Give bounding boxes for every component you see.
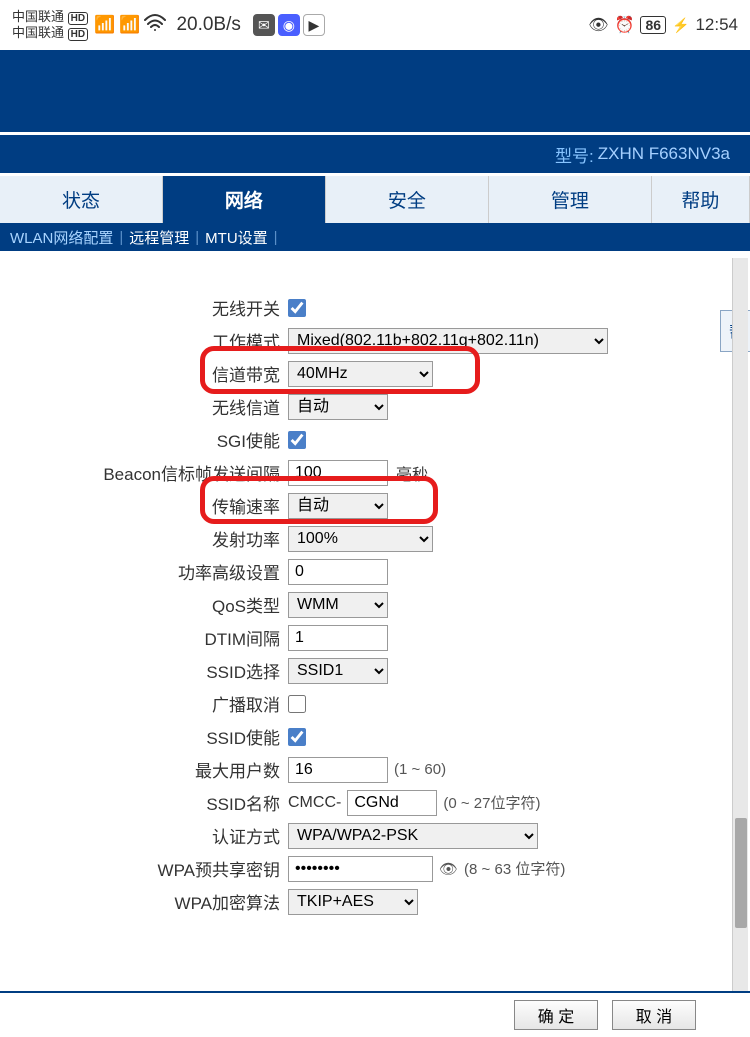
label-txrate: 传输速率 — [0, 493, 288, 518]
subnav-remote[interactable]: 远程管理 — [123, 227, 195, 248]
toggle-password-icon[interactable]: 👁 — [439, 860, 458, 878]
subnav-wlan[interactable]: WLAN网络配置 — [4, 227, 119, 248]
select-qos[interactable]: WMM — [288, 592, 388, 618]
select-txrate[interactable]: 自动 — [288, 493, 388, 519]
label-broadcast: 广播取消 — [0, 691, 288, 716]
hd-badge-2: HD — [68, 28, 88, 41]
input-ssid-name[interactable] — [347, 790, 437, 816]
unit-beacon: 毫秒 — [396, 461, 428, 485]
checkbox-broadcast[interactable] — [288, 695, 306, 713]
sub-nav: WLAN网络配置 | 远程管理 | MTU设置 | — [0, 223, 750, 251]
model-label: 型号: — [555, 142, 594, 167]
charging-icon: ⚡ — [672, 17, 689, 34]
model-value: ZXHN F663NV3a — [598, 144, 730, 164]
select-work-mode[interactable]: Mixed(802.11b+802.11g+802.11n) — [288, 328, 608, 354]
scrollbar-thumb[interactable] — [735, 818, 747, 928]
label-qos: QoS类型 — [0, 592, 288, 617]
signal-icon-2: 📶 — [119, 15, 140, 35]
footer-actions: 确 定 取 消 — [0, 991, 750, 1037]
label-sgi: SGI使能 — [0, 427, 288, 452]
select-wpa-algo[interactable]: TKIP+AES — [288, 889, 418, 915]
battery-indicator: 86 — [640, 16, 666, 34]
android-status-bar: 中国联通 HD 中国联通 HD 📶 📶 20.0B/s ✉ ◉ ▶ 👁 ⏰ 86… — [0, 0, 750, 50]
main-nav: 状态 网络 安全 管理 帮助 — [0, 173, 750, 223]
vertical-scrollbar[interactable] — [732, 258, 748, 991]
ok-button[interactable]: 确 定 — [514, 1000, 598, 1030]
tab-manage[interactable]: 管理 — [489, 176, 652, 223]
signal-icon: 📶 — [94, 15, 115, 35]
select-channel[interactable]: 自动 — [288, 394, 388, 420]
checkbox-wireless-switch[interactable] — [288, 299, 306, 317]
label-beacon: Beacon信标帧发送间隔 — [0, 460, 288, 485]
input-dtim[interactable] — [288, 625, 388, 651]
hint-max-users: (1 ~ 60) — [394, 761, 446, 778]
eye-protection-icon: 👁 — [588, 15, 608, 35]
tab-status[interactable]: 状态 — [0, 176, 163, 223]
label-work-mode: 工作模式 — [0, 328, 288, 353]
checkbox-sgi[interactable] — [288, 431, 306, 449]
label-channel: 无线信道 — [0, 394, 288, 419]
checkbox-ssid-enable[interactable] — [288, 728, 306, 746]
clock: 12:54 — [695, 15, 738, 35]
router-header — [0, 50, 750, 135]
subnav-mtu[interactable]: MTU设置 — [199, 227, 274, 248]
hd-badge: HD — [68, 12, 88, 25]
network-speed: 20.0B/s — [176, 14, 240, 36]
input-max-users[interactable] — [288, 757, 388, 783]
label-wpa-key: WPA预共享密钥 — [0, 856, 288, 881]
label-auth: 认证方式 — [0, 823, 288, 848]
hint-wpa-key: (8 ~ 63 位字符) — [464, 858, 565, 879]
select-ssid[interactable]: SSID1 — [288, 658, 388, 684]
label-wpa-algo: WPA加密算法 — [0, 889, 288, 914]
label-adv-power: 功率高级设置 — [0, 559, 288, 584]
label-dtim: DTIM间隔 — [0, 625, 288, 650]
tab-security[interactable]: 安全 — [326, 176, 489, 223]
discord-icon: ◉ — [278, 14, 300, 36]
label-wireless-switch: 无线开关 — [0, 295, 288, 320]
select-auth[interactable]: WPA/WPA2-PSK — [288, 823, 538, 849]
model-bar: 型号: ZXHN F663NV3a — [0, 135, 750, 173]
label-bandwidth: 信道带宽 — [0, 361, 288, 386]
carrier-1: 中国联通 — [12, 9, 64, 24]
wifi-icon — [144, 14, 166, 37]
select-txpower[interactable]: 100% — [288, 526, 433, 552]
cancel-button[interactable]: 取 消 — [612, 1000, 696, 1030]
input-wpa-key[interactable] — [288, 856, 433, 882]
wechat-icon: ✉ — [253, 14, 275, 36]
hint-ssid-name: (0 ~ 27位字符) — [443, 792, 540, 813]
play-icon: ▶ — [303, 14, 325, 36]
label-ssid-select: SSID选择 — [0, 658, 288, 683]
input-adv-power[interactable] — [288, 559, 388, 585]
alarm-icon: ⏰ — [615, 15, 635, 35]
label-txpower: 发射功率 — [0, 526, 288, 551]
select-bandwidth[interactable]: 40MHz — [288, 361, 433, 387]
input-beacon[interactable] — [288, 460, 388, 486]
tab-network[interactable]: 网络 — [163, 176, 326, 223]
carrier-2: 中国联通 — [12, 25, 64, 40]
ssid-prefix: CMCC- — [288, 794, 341, 812]
tab-help[interactable]: 帮助 — [652, 176, 750, 223]
label-ssid-name: SSID名称 — [0, 790, 288, 815]
label-ssid-enable: SSID使能 — [0, 724, 288, 749]
label-max-users: 最大用户数 — [0, 757, 288, 782]
